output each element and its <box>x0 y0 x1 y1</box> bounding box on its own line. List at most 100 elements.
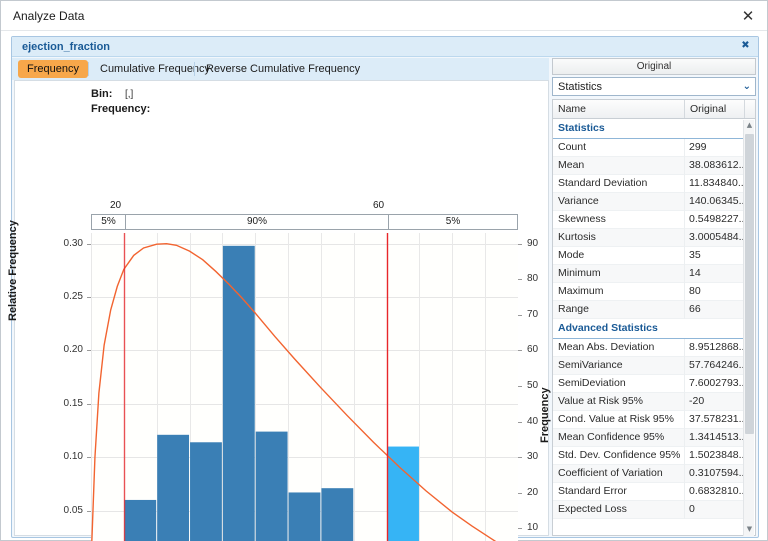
statistics-row-divider <box>684 465 685 483</box>
statistics-row-name: Skewness <box>558 213 686 225</box>
statistics-row-value: 14 <box>689 267 744 279</box>
histogram-bar[interactable] <box>190 442 222 541</box>
statistics-row-name: Cond. Value at Risk 95% <box>558 413 686 425</box>
percentile-segment-upper: 5% <box>389 215 517 229</box>
y-axis-right-tick <box>518 422 522 423</box>
histogram-bar[interactable] <box>223 246 255 541</box>
original-column-header[interactable]: Original <box>552 58 756 75</box>
statistics-row-name: Standard Error <box>558 485 686 497</box>
statistics-row-name: Minimum <box>558 267 686 279</box>
histogram-bar[interactable] <box>321 488 353 541</box>
scroll-down-icon[interactable]: ▼ <box>744 524 755 536</box>
statistics-row-value: 8.9512868... <box>689 341 744 353</box>
statistics-side-panel: Original Statistics ⌄ Name Original Stat… <box>552 58 756 536</box>
statistics-row[interactable]: Standard Deviation11.834840... <box>553 175 744 193</box>
statistics-row-value: 80 <box>689 285 744 297</box>
panel-header: ejection_fraction ✖ <box>12 37 758 57</box>
statistics-row-value: 299 <box>689 141 744 153</box>
statistics-row[interactable]: Minimum14 <box>553 265 744 283</box>
plot-svg <box>91 233 518 541</box>
y-axis-left-tick <box>87 297 91 298</box>
statistics-scrollbar[interactable]: ▲ ▼ <box>743 120 754 536</box>
statistics-row-value: 140.06345... <box>689 195 744 207</box>
statistics-row-value: 38.083612... <box>689 159 744 171</box>
tab-divider-1 <box>88 62 89 76</box>
y-axis-right-tick <box>518 244 522 245</box>
statistics-row[interactable]: Maximum80 <box>553 283 744 301</box>
statistics-dropdown[interactable]: Statistics ⌄ <box>552 77 756 96</box>
statistics-row-value: 7.6002793... <box>689 377 744 389</box>
statistics-row-value: 0 <box>689 503 744 515</box>
statistics-row[interactable]: Mean Confidence 95%1.3414513... <box>553 429 744 447</box>
statistics-row-divider <box>684 447 685 465</box>
statistics-row-value: 0.5498227... <box>689 213 744 225</box>
statistics-row[interactable]: Expected Loss0 <box>553 501 744 519</box>
statistics-row-name: Statistics <box>558 122 686 134</box>
y-axis-right-tick-label: 90 <box>527 238 553 249</box>
variable-panel: ejection_fraction ✖ Frequency Cumulative… <box>11 36 759 538</box>
close-icon[interactable]: ✕ <box>739 7 757 25</box>
statistics-row-divider <box>684 211 685 229</box>
statistics-row-name: Std. Dev. Confidence 95% <box>558 449 686 461</box>
histogram-bar[interactable] <box>289 492 321 541</box>
statistics-row[interactable]: Value at Risk 95%-20 <box>553 393 744 411</box>
statistics-row-name: Expected Loss <box>558 503 686 515</box>
statistics-grid: Name Original StatisticsCount299Mean38.0… <box>552 99 756 536</box>
tab-frequency[interactable]: Frequency <box>18 60 88 78</box>
histogram-bar[interactable] <box>157 435 189 541</box>
histogram-bar[interactable] <box>256 432 288 541</box>
statistics-row-name: Mean Confidence 95% <box>558 431 686 443</box>
statistics-row-divider <box>684 411 685 429</box>
statistics-row[interactable]: Mean38.083612... <box>553 157 744 175</box>
statistics-row-divider <box>684 339 685 357</box>
statistics-row[interactable]: Variance140.06345... <box>553 193 744 211</box>
statistics-row-name: Mode <box>558 249 686 261</box>
y-axis-left-tick-label: 0.05 <box>49 505 83 516</box>
percentile-tick-left: 20 <box>110 200 121 211</box>
y-axis-left-tick <box>87 350 91 351</box>
statistics-row[interactable]: Count299 <box>553 139 744 157</box>
statistics-row[interactable]: Std. Dev. Confidence 95%1.5023848... <box>553 447 744 465</box>
statistics-row[interactable]: Coefficient of Variation0.3107594... <box>553 465 744 483</box>
tab-reverse-cumulative-frequency[interactable]: Reverse Cumulative Frequency <box>197 60 369 78</box>
y-axis-right-tick <box>518 350 522 351</box>
statistics-row-divider <box>684 357 685 375</box>
y-axis-right-tick-label: 40 <box>527 416 553 427</box>
statistics-row[interactable]: Range66 <box>553 301 744 319</box>
y-axis-left-tick-label: 0.15 <box>49 398 83 409</box>
statistics-row[interactable]: Skewness0.5498227... <box>553 211 744 229</box>
scroll-up-icon[interactable]: ▲ <box>744 120 755 132</box>
statistics-row[interactable]: Cond. Value at Risk 95%37.578231... <box>553 411 744 429</box>
statistics-row-divider <box>684 301 685 319</box>
statistics-row[interactable]: SemiVariance57.764246... <box>553 357 744 375</box>
panel-close-icon[interactable]: ✖ <box>739 40 752 53</box>
statistics-row-value: 66 <box>689 303 744 315</box>
column-header-original[interactable]: Original <box>685 100 744 118</box>
statistics-row[interactable]: Mean Abs. Deviation8.9512868... <box>553 339 744 357</box>
column-header-name[interactable]: Name <box>553 100 684 118</box>
y-axis-right-tick <box>518 528 522 529</box>
statistics-row[interactable]: Kurtosis3.0005484... <box>553 229 744 247</box>
y-axis-right-tick <box>518 457 522 458</box>
y-axis-left-tick-label: 0.20 <box>49 344 83 355</box>
percentile-band[interactable]: 5% 90% 5% <box>91 214 518 230</box>
statistics-row-divider <box>684 483 685 501</box>
scrollbar-thumb[interactable] <box>745 134 754 434</box>
statistics-row[interactable]: Mode35 <box>553 247 744 265</box>
y-axis-right-tick-label: 30 <box>527 451 553 462</box>
y-axis-left-tick <box>87 244 91 245</box>
statistics-row-name: Mean Abs. Deviation <box>558 341 686 353</box>
percentile-segment-middle: 90% <box>126 215 388 229</box>
statistics-row-name: Mean <box>558 159 686 171</box>
statistics-grid-body: StatisticsCount299Mean38.083612...Standa… <box>553 119 744 536</box>
tab-bar: Frequency Cumulative Frequency Reverse C… <box>12 58 549 80</box>
chart-panel: Bin: [,] Frequency: 20 60 5% 90% 5% Rela… <box>14 80 549 536</box>
statistics-row[interactable]: Standard Error0.6832810... <box>553 483 744 501</box>
histogram-bar[interactable] <box>124 500 156 541</box>
statistics-row-divider <box>684 501 685 519</box>
tab-divider-2 <box>194 62 195 76</box>
y-axis-right-tick <box>518 386 522 387</box>
statistics-row-value: 0.3107594... <box>689 467 744 479</box>
column-divider-2[interactable] <box>744 100 745 118</box>
statistics-row[interactable]: SemiDeviation7.6002793... <box>553 375 744 393</box>
